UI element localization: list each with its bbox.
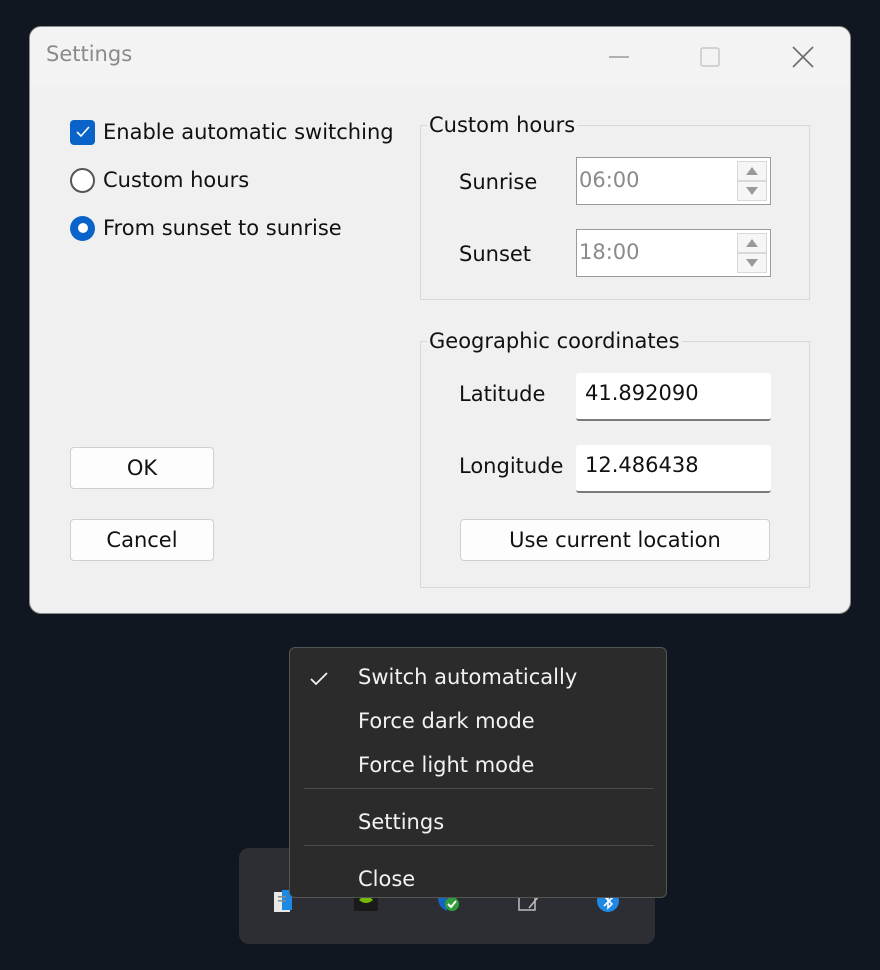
menu-separator — [304, 788, 654, 789]
custom-hours-group-label: Custom hours — [427, 113, 578, 137]
title-bar[interactable]: Settings — [30, 27, 850, 87]
menu-item-close[interactable]: Close — [290, 855, 666, 899]
sunset-to-sunrise-radio[interactable]: From sunset to sunrise — [70, 213, 342, 243]
ok-button[interactable]: OK — [70, 447, 214, 489]
settings-window: Settings Enable automatic switching Cust… — [29, 26, 851, 614]
custom-hours-radio-label: Custom hours — [103, 168, 250, 192]
radio-unselected-icon — [70, 167, 95, 193]
menu-separator — [304, 845, 654, 846]
menu-item-label: Switch automatically — [358, 665, 578, 689]
checkbox-checked-icon — [70, 119, 95, 145]
sunset-spinner-arrows — [737, 233, 767, 273]
longitude-input[interactable]: 12.486438 — [576, 445, 771, 493]
sunrise-spinner-arrows — [737, 161, 767, 201]
menu-item-settings[interactable]: Settings — [290, 798, 666, 842]
sunset-label: Sunset — [459, 242, 532, 266]
longitude-label: Longitude — [459, 454, 564, 478]
custom-hours-radio[interactable]: Custom hours — [70, 165, 249, 195]
enable-auto-switch-checkbox[interactable]: Enable automatic switching — [70, 117, 394, 147]
window-title: Settings — [46, 42, 133, 66]
latitude-input[interactable]: 41.892090 — [576, 373, 771, 421]
sunset-value: 18:00 — [579, 240, 640, 264]
spin-down-button[interactable] — [737, 181, 767, 201]
menu-item-force-light-mode[interactable]: Force light mode — [290, 741, 666, 785]
radio-selected-icon — [70, 215, 95, 241]
arrow-down-icon — [746, 187, 758, 195]
sunset-time-spinner[interactable]: 18:00 — [576, 229, 771, 277]
spin-down-button[interactable] — [737, 253, 767, 273]
sunrise-value: 06:00 — [579, 168, 640, 192]
cancel-button[interactable]: Cancel — [70, 519, 214, 561]
sunset-to-sunrise-radio-label: From sunset to sunrise — [103, 216, 342, 240]
use-current-location-button[interactable]: Use current location — [460, 519, 770, 561]
arrow-up-icon — [746, 167, 758, 175]
menu-item-label: Force light mode — [358, 753, 535, 777]
latitude-value: 41.892090 — [585, 381, 699, 405]
close-icon — [792, 46, 814, 68]
minimize-button[interactable] — [573, 27, 665, 87]
minimize-icon — [609, 56, 629, 58]
menu-item-switch-automatically[interactable]: Switch automatically — [290, 653, 666, 697]
menu-item-label: Settings — [358, 810, 445, 834]
sunrise-label: Sunrise — [459, 170, 538, 194]
menu-item-label: Close — [358, 867, 416, 891]
maximize-icon — [700, 47, 720, 67]
sunrise-time-spinner[interactable]: 06:00 — [576, 157, 771, 205]
spin-up-button[interactable] — [737, 161, 767, 181]
maximize-button[interactable] — [664, 27, 756, 87]
arrow-up-icon — [746, 239, 758, 247]
enable-auto-switch-label: Enable automatic switching — [103, 120, 394, 144]
spin-up-button[interactable] — [737, 233, 767, 253]
menu-item-force-dark-mode[interactable]: Force dark mode — [290, 697, 666, 741]
geo-coordinates-group-label: Geographic coordinates — [427, 329, 682, 353]
checkmark-icon — [309, 668, 329, 692]
longitude-value: 12.486438 — [585, 453, 699, 477]
menu-item-label: Force dark mode — [358, 709, 535, 733]
close-button[interactable] — [757, 27, 849, 87]
latitude-label: Latitude — [459, 382, 546, 406]
tray-context-menu: Switch automatically Force dark mode For… — [289, 647, 667, 898]
arrow-down-icon — [746, 259, 758, 267]
